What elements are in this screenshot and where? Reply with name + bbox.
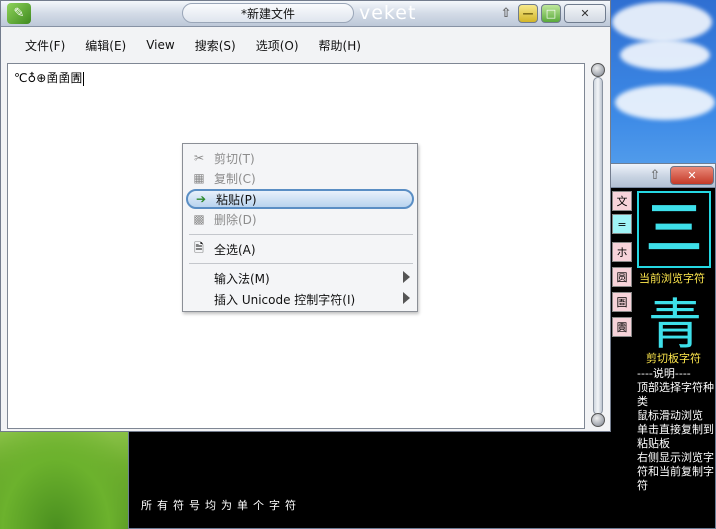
help-line: 鼠标滑动浏览 [637,409,703,422]
menu-item-delete[interactable]: ▩ 删除(D) [186,209,414,229]
clipboard-label: 剪切板字符 [646,352,701,365]
help-text: ----说明---- 顶部选择字符种类 鼠标滑动浏览 单击直接复制到粘贴板 右侧… [637,367,716,493]
preview-label: 当前浏览字符 [639,272,705,285]
menu-item-label: 删除(D) [214,212,257,227]
menu-item-input-method[interactable]: 输入法(M) [186,268,414,288]
menu-item-paste[interactable]: ➔ 粘贴(P) [186,189,414,209]
context-menu: ✂ 剪切(T) ▦ 复制(C) ➔ 粘贴(P) ▩ 删除(D) 🗎 全选(A) … [182,143,418,312]
cloud [615,85,715,120]
close-button[interactable]: ✕ [564,4,606,23]
scissors-icon: ✂ [193,151,205,165]
scroll-track[interactable] [593,77,603,415]
category-tab-1[interactable]: = [612,214,632,234]
menu-options[interactable]: 选项(O) [246,37,309,54]
shade-up-icon[interactable]: ⇧ [498,4,514,23]
preview-box: 三 [637,191,711,268]
close-icon: ✕ [687,169,697,182]
maximize-button[interactable]: □ [541,4,561,23]
category-tab-3[interactable]: 圆 [612,267,632,287]
help-line: 单击直接复制到粘贴板 [637,423,714,450]
menu-item-copy[interactable]: ▦ 复制(C) [186,168,414,188]
category-tab-2[interactable]: ホ [612,242,632,262]
submenu-arrow-icon [403,292,410,304]
minimize-button[interactable]: — [518,4,538,23]
menu-item-label: 全选(A) [214,242,256,257]
window-title: *新建文件 [182,3,354,23]
help-line: 右侧显示浏览字符和当前复制字符 [637,451,714,492]
vertical-scrollbar[interactable] [590,63,606,429]
editor-titlebar[interactable]: ✎ *新建文件 veket ⇧ — □ ✕ [1,1,610,27]
menu-item-label: 输入法(M) [214,271,270,286]
close-icon: ✕ [580,7,590,20]
editor-text: ℃♁⊕圅圅圊 [14,71,83,85]
category-tab-0[interactable]: 文 [612,191,632,211]
help-line: ----说明---- [637,367,691,380]
select-all-icon: 🗎 [194,240,204,255]
category-tab-5[interactable]: 圚 [612,317,632,337]
menu-help[interactable]: 帮助(H) [309,37,371,54]
maximize-icon: □ [545,7,557,20]
help-line: 顶部选择字符种类 [637,381,714,408]
copy-icon: ▦ [193,171,205,185]
cloud [620,40,710,70]
menubar: 文件(F) 编辑(E) View 搜索(S) 选项(O) 帮助(H) [1,31,610,59]
submenu-arrow-icon [403,271,410,283]
status-text: 所有符号均为单个字符 [141,499,301,512]
menu-view[interactable]: View [136,38,184,52]
cloud [612,2,712,42]
brand-label: veket [359,2,417,24]
delete-icon: ▩ [193,212,205,226]
editor-content: ℃♁⊕圅圅圊 [14,69,85,86]
category-tab-4[interactable]: 圄 [612,292,632,312]
menu-separator [189,263,413,264]
leaf-icon[interactable]: ✎ [7,3,31,24]
menu-item-label: 插入 Unicode 控制字符(I) [214,292,356,307]
preview-char: 三 [646,196,702,262]
menu-item-select-all[interactable]: 🗎 全选(A) [186,239,414,259]
scroll-up-button[interactable] [591,63,605,77]
desktop-grass [0,419,140,529]
menu-file[interactable]: 文件(F) [15,37,75,54]
menu-search[interactable]: 搜索(S) [185,37,246,54]
menu-separator [189,234,413,235]
scroll-down-button[interactable] [591,413,605,427]
menu-item-label: 粘贴(P) [216,192,257,207]
shade-up-icon[interactable]: ⇧ [644,166,666,185]
menu-item-label: 剪切(T) [214,151,255,166]
text-caret [83,71,85,86]
close-button[interactable]: ✕ [670,166,714,185]
menu-edit[interactable]: 编辑(E) [75,37,136,54]
clipboard-char: 青 [648,293,702,356]
paste-icon: ➔ [195,192,207,206]
minimize-icon: — [522,7,534,20]
menu-item-insert-unicode[interactable]: 插入 Unicode 控制字符(I) [186,289,414,309]
menu-item-label: 复制(C) [214,171,256,186]
menu-item-cut[interactable]: ✂ 剪切(T) [186,148,414,168]
